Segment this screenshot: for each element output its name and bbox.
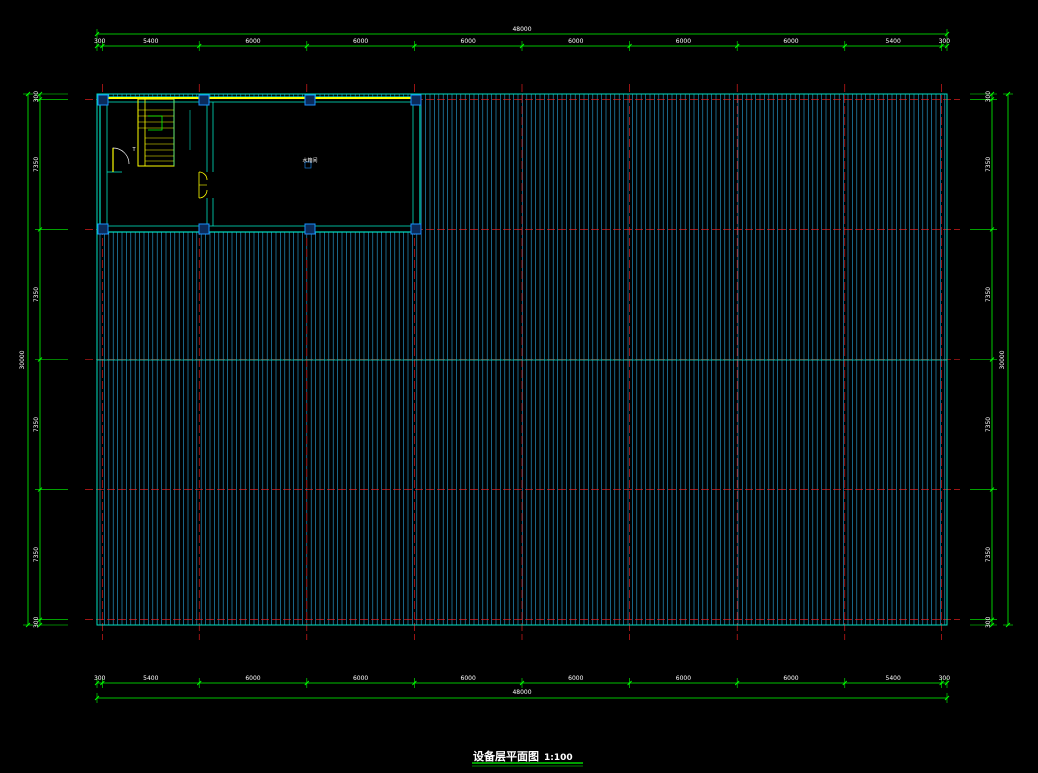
- left-span-label: 7350: [33, 287, 40, 302]
- top-span-label: 300: [939, 38, 951, 45]
- top-span-label: 6000: [461, 38, 476, 45]
- title-scale: 1:100: [544, 753, 573, 763]
- overall-depth-right: 30000: [999, 350, 1006, 369]
- bottom-span-label: 300: [939, 675, 951, 682]
- overall-width-top: 48000: [512, 26, 531, 33]
- bottom-span-label: 6000: [353, 675, 368, 682]
- right-span-label: 300: [985, 616, 992, 628]
- bottom-span-label: 6000: [676, 675, 691, 682]
- top-span-label: 5400: [143, 38, 158, 45]
- floor-plan-drawing: 水箱间 T 300 5400 6000 6000 6000 6000 6000 6000 540…: [0, 0, 1038, 773]
- room-label: 水箱间: [302, 157, 317, 164]
- bottom-span-label: 6000: [461, 675, 476, 682]
- right-span-label: 7350: [985, 417, 992, 432]
- top-span-label: 300: [94, 38, 106, 45]
- overall-depth-left: 30000: [19, 350, 26, 369]
- right-span-label: 300: [985, 91, 992, 103]
- bottom-span-label: 300: [94, 675, 106, 682]
- bottom-span-label: 5400: [143, 675, 158, 682]
- water-tank-room: 水箱间 T: [97, 94, 422, 235]
- overall-width-bottom: 48000: [512, 689, 531, 696]
- top-span-label: 6000: [353, 38, 368, 45]
- right-span-label: 7350: [985, 287, 992, 302]
- top-span-label: 6000: [568, 38, 583, 45]
- bottom-span-label: 6000: [568, 675, 583, 682]
- left-span-label: 7350: [33, 547, 40, 562]
- left-span-label: 300: [33, 616, 40, 628]
- top-span-label: 5400: [886, 38, 901, 45]
- left-span-label: 7350: [33, 157, 40, 172]
- bottom-span-label: 5400: [886, 675, 901, 682]
- top-span-label: 6000: [245, 38, 260, 45]
- bottom-span-label: 6000: [783, 675, 798, 682]
- right-span-label: 7350: [985, 547, 992, 562]
- top-span-label: 6000: [783, 38, 798, 45]
- left-span-label: 7350: [33, 417, 40, 432]
- left-span-label: 300: [33, 91, 40, 103]
- right-span-label: 7350: [985, 157, 992, 172]
- bottom-span-label: 6000: [245, 675, 260, 682]
- top-span-label: 6000: [676, 38, 691, 45]
- title-text: 设备层平面图: [473, 749, 539, 763]
